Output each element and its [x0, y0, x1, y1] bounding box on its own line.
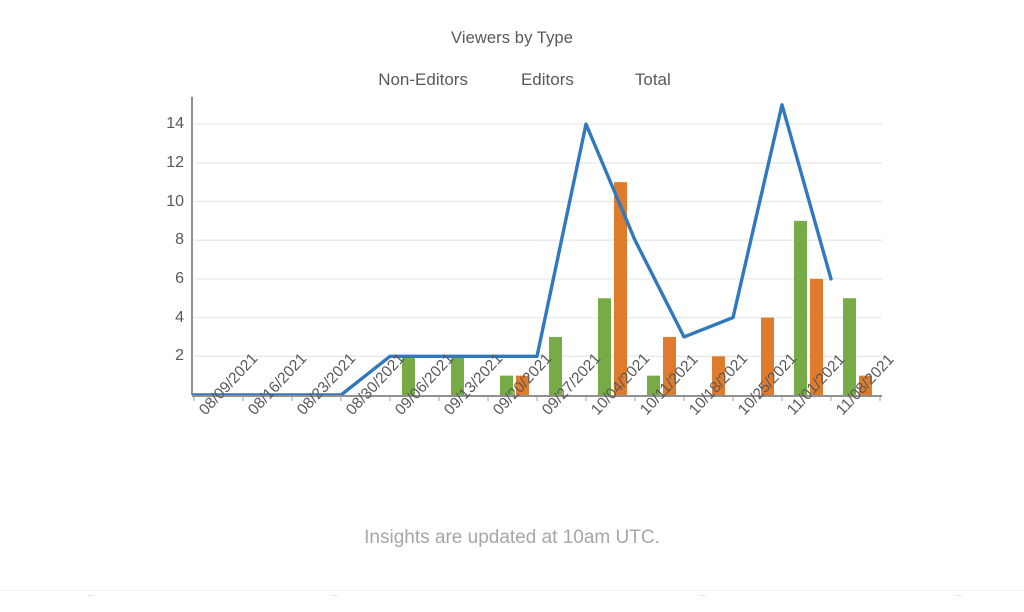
- panel-bottom-edge: [0, 590, 1024, 612]
- footer-note: Insights are updated at 10am UTC.: [364, 527, 660, 548]
- chart-plot-area: 2 4 6 8 10 12 14 08/09/2021 08/16/2021 08/23/202…: [0, 0, 1024, 611]
- x-axis-line: [192, 395, 882, 401]
- insights-chart-panel: Viewers by Type Non-Editors Editors Tota…: [0, 0, 1024, 612]
